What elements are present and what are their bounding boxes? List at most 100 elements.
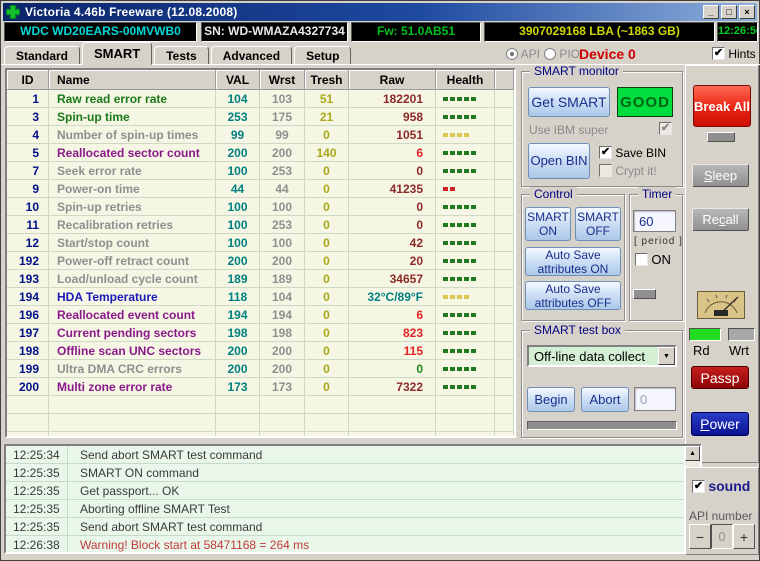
use-ibm-checkbox[interactable] [659,122,672,135]
table-row[interactable]: 196 Reallocated event count 194 194 0 6 [7,306,514,324]
api-radio[interactable]: API [506,47,540,61]
crypt-it-checkbox[interactable] [599,164,612,177]
header-raw[interactable]: Raw [349,70,436,89]
table-row[interactable]: 197 Current pending sectors 198 198 0 82… [7,324,514,342]
header-wrst[interactable]: Wrst [260,70,305,89]
smart-off-button[interactable]: SMART OFF [575,207,621,241]
log-time: 12:25:35 [6,464,68,481]
table-row[interactable] [7,414,514,432]
table-row[interactable]: 1 Raw read error rate 104 103 51 182201 [7,90,514,108]
api-radio-circle[interactable] [506,48,518,60]
health-dot [464,258,469,263]
pio-radio-circle[interactable] [544,48,556,60]
tab-tests[interactable]: Tests [154,46,209,65]
table-row[interactable]: 200 Multi zone error rate 173 173 0 7322 [7,378,514,396]
log-entry[interactable]: 12:25:35 Get passport... OK [6,482,700,500]
attr-name: Number of spin-up times [49,126,216,144]
auto-save-off-button[interactable]: Auto Save attributes OFF [525,281,621,310]
sound-checkbox[interactable] [692,480,705,493]
attr-health-dots [436,288,495,306]
log-entry[interactable]: 12:26:38 Warning! Block start at 5847116… [6,536,700,552]
table-row[interactable]: 4 Number of spin-up times 99 99 0 1051 [7,126,514,144]
auto-save-on-button[interactable]: Auto Save attributes ON [525,247,621,276]
table-row[interactable]: 5 Reallocated sector count 200 200 140 6 [7,144,514,162]
attr-wrst: 99 [260,126,305,144]
hints-checkbox-group[interactable]: Hints [712,47,756,61]
health-dot [457,384,462,389]
maximize-icon[interactable]: □ [721,5,737,19]
health-dot [450,294,455,299]
table-row[interactable]: 3 Spin-up time 253 175 21 958 [7,108,514,126]
header-tresh[interactable]: Tresh [305,70,349,89]
table-row[interactable]: 7 Seek error rate 100 253 0 0 [7,162,514,180]
attr-tresh: 0 [305,324,349,342]
log-entry[interactable]: 12:25:34 Send abort SMART test command [6,446,700,464]
health-dot [464,330,469,335]
timer-on-group[interactable]: ON [635,252,671,267]
attr-tresh: 0 [305,126,349,144]
attr-wrst: 200 [260,342,305,360]
health-dot [450,258,455,263]
passp-button[interactable]: Passp [691,366,749,389]
table-row[interactable]: 11 Recalibration retries 100 253 0 0 [7,216,514,234]
timer-on-checkbox[interactable] [635,253,648,266]
health-dot [471,312,476,317]
open-bin-button[interactable]: Open BIN [528,143,590,179]
log-entry[interactable]: 12:25:35 SMART ON command [6,464,700,482]
api-number-value: 0 [711,524,733,549]
header-health[interactable]: Health [436,70,495,89]
health-dot [464,294,469,299]
save-bin-group[interactable]: Save BIN [599,146,666,160]
tab-smart[interactable]: SMART [82,42,153,65]
sound-label: sound [708,478,751,494]
minimize-icon[interactable]: _ [703,5,719,19]
table-row[interactable]: 194 HDA Temperature 118 104 0 32°C/89°F [7,288,514,306]
save-bin-checkbox[interactable] [599,146,612,159]
table-row[interactable]: 9 Power-on time 44 44 0 41235 [7,180,514,198]
api-minus-button[interactable]: − [689,524,711,549]
tab-advanced[interactable]: Advanced [210,46,293,65]
pio-radio[interactable]: PIO [544,47,580,61]
attr-spacer [495,396,514,414]
header-id[interactable]: ID [7,70,49,89]
close-icon[interactable]: × [739,5,755,19]
table-row[interactable]: 10 Spin-up retries 100 100 0 0 [7,198,514,216]
scroll-up-icon[interactable]: ▲ [685,446,700,461]
crypt-it-group[interactable]: Crypt it! [599,164,657,178]
sound-group[interactable]: sound [692,478,750,494]
begin-button[interactable]: Begin [527,387,575,412]
break-all-button[interactable]: Break All [693,85,751,127]
tab-setup[interactable]: Setup [294,46,352,65]
table-row[interactable] [7,396,514,414]
test-type-dropdown[interactable]: Off-line data collect ▼ [527,345,677,367]
power-button[interactable]: Power [691,412,749,436]
drive-serial: SN: WD-WMAZA4327734 [201,22,348,42]
sleep-button[interactable]: Sleep [692,164,749,187]
attr-name: Spin-up time [49,108,216,126]
attr-raw: 115 [349,342,436,360]
header-name[interactable]: Name [49,70,216,89]
table-row[interactable]: 193 Load/unload cycle count 189 189 0 34… [7,270,514,288]
table-row[interactable]: 198 Offline scan UNC sectors 200 200 0 1… [7,342,514,360]
api-plus-button[interactable]: + [733,524,755,549]
smart-on-button[interactable]: SMART ON [525,207,571,241]
table-row[interactable]: 199 Ultra DMA CRC errors 200 200 0 0 [7,360,514,378]
get-smart-button[interactable]: Get SMART [528,87,610,117]
recall-button[interactable]: Re c all [692,208,749,231]
tab-standard[interactable]: Standard [4,46,81,65]
table-row[interactable]: 192 Power-off retract count 200 200 0 20 [7,252,514,270]
attr-spacer [495,198,514,216]
hints-checkbox[interactable] [712,47,725,60]
abort-button[interactable]: Abort [581,387,629,412]
attr-id: 5 [7,144,49,162]
log-entry[interactable]: 12:25:35 Aborting offline SMART Test [6,500,700,518]
health-dot [457,312,462,317]
attr-raw: 34657 [349,270,436,288]
table-row[interactable] [7,432,514,436]
table-row[interactable]: 12 Start/stop count 100 100 0 42 [7,234,514,252]
test-counter-input[interactable]: 0 [634,387,676,411]
chevron-down-icon[interactable]: ▼ [658,347,675,365]
header-val[interactable]: VAL [216,70,260,89]
log-entry[interactable]: 12:25:35 Send abort SMART test command [6,518,700,536]
timer-period-input[interactable]: 60 [633,210,676,232]
